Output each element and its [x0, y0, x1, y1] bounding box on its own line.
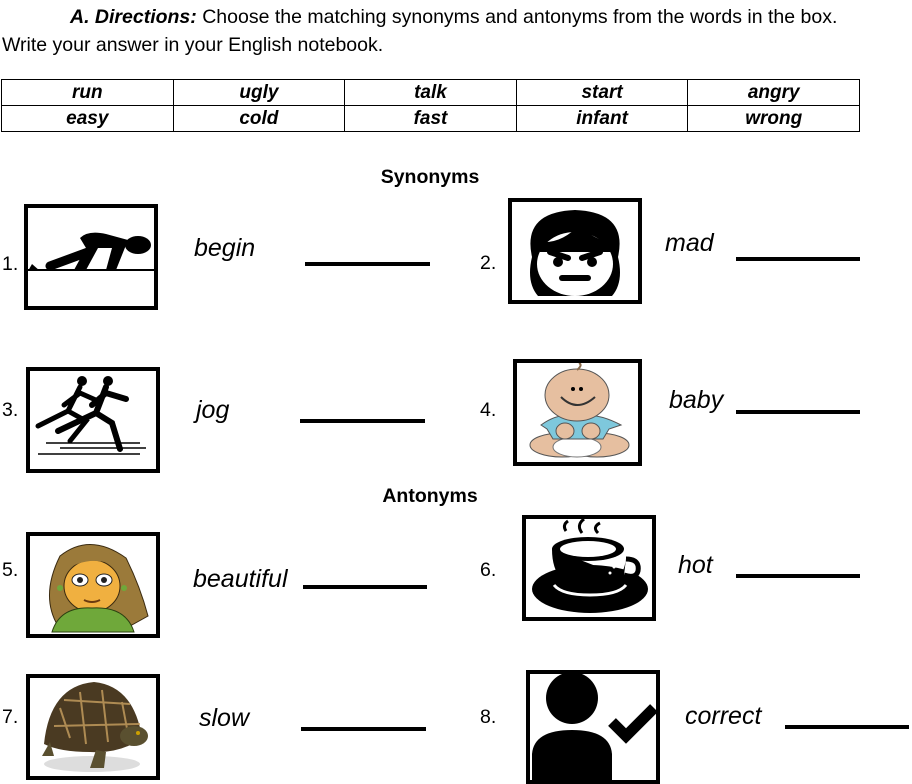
word-box-row: run ugly talk start angry [1, 79, 860, 106]
word-box-cell: wrong [687, 105, 860, 132]
item-number: 4. [480, 399, 497, 421]
answer-blank[interactable] [736, 257, 860, 261]
word-box-cell: infant [515, 105, 689, 132]
answer-blank[interactable] [736, 410, 860, 414]
directions-label: A. Directions: [70, 6, 197, 28]
item-number: 5. [2, 559, 19, 581]
item-word: mad [665, 229, 714, 257]
antonyms-heading: Antonyms [382, 485, 478, 507]
angry-face-icon [508, 198, 642, 304]
item-word: baby [669, 386, 724, 414]
word-box-cell: easy [1, 105, 174, 132]
word-box-cell: ugly [172, 79, 346, 106]
answer-blank[interactable] [303, 585, 427, 589]
item-number: 8. [480, 706, 497, 728]
word-box-cell: fast [344, 105, 517, 132]
baby-icon [513, 359, 642, 466]
word-box-row: easy cold fast infant wrong [1, 105, 860, 132]
item-word: begin [194, 234, 256, 262]
answer-blank[interactable] [736, 574, 860, 578]
item-number: 7. [2, 706, 19, 728]
sprinter-start-icon [24, 204, 158, 310]
directions: A. Directions: Choose the matching synon… [2, 3, 872, 59]
hot-cup-icon [522, 515, 656, 621]
synonyms-heading: Synonyms [380, 166, 480, 188]
item-word: correct [685, 702, 762, 730]
word-box-cell: talk [344, 79, 517, 106]
item-number: 6. [480, 559, 497, 581]
item-word: beautiful [193, 565, 288, 593]
answer-blank[interactable] [300, 419, 425, 423]
item-word: slow [199, 704, 250, 732]
word-box-cell: angry [687, 79, 860, 106]
item-number: 3. [2, 399, 19, 421]
answer-blank[interactable] [301, 727, 426, 731]
word-box-cell: start [515, 79, 689, 106]
word-box-cell: cold [172, 105, 346, 132]
answer-blank[interactable] [785, 725, 909, 729]
word-box: run ugly talk start angry easy cold fast… [1, 79, 860, 132]
girl-face-icon [26, 532, 160, 638]
turtle-icon [26, 674, 160, 780]
item-number: 2. [480, 252, 497, 274]
word-box-cell: run [1, 79, 174, 106]
item-word: jog [196, 396, 230, 424]
person-check-icon [526, 670, 660, 784]
item-number: 1. [2, 253, 19, 275]
runners-icon [26, 367, 160, 473]
answer-blank[interactable] [305, 262, 430, 266]
item-word: hot [678, 551, 713, 579]
